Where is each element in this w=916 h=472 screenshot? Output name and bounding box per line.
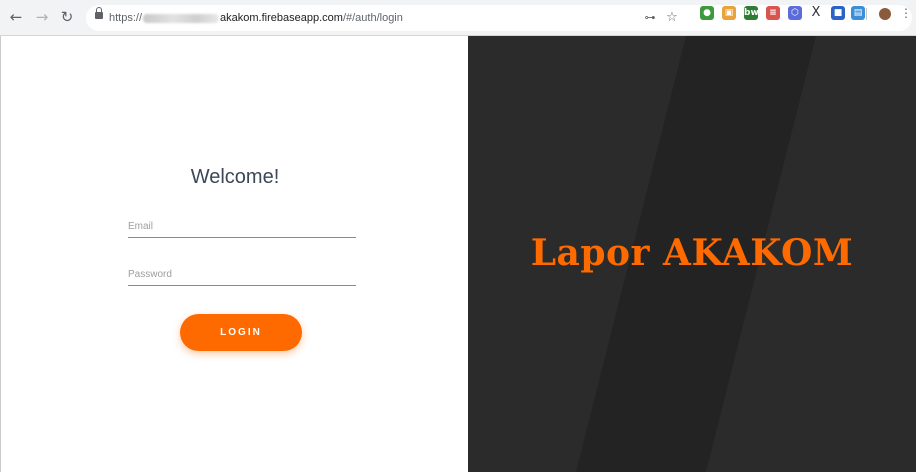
brand-panel: Lapor AKAKOM — [468, 36, 916, 472]
url-path: /#/auth/login — [342, 12, 403, 24]
url-scheme: https:// — [109, 12, 143, 24]
extension-news-icon[interactable]: ▤ — [851, 6, 865, 20]
email-field[interactable] — [128, 216, 356, 238]
reload-icon[interactable]: ↻ — [59, 9, 75, 25]
welcome-heading: Welcome! — [190, 166, 280, 188]
extension-green-icon[interactable]: ● — [700, 6, 714, 20]
lock-icon[interactable] — [95, 7, 103, 19]
extension-flag-icon[interactable]: ≡ — [766, 6, 780, 20]
login-button[interactable]: LOGIN — [180, 314, 302, 351]
extension-bw-icon[interactable]: bw — [744, 6, 759, 20]
extension-blue-square-icon[interactable]: ■ — [831, 6, 845, 20]
password-field[interactable] — [128, 264, 356, 286]
kebab-menu-icon[interactable]: ⋮ — [900, 6, 912, 20]
browser-toolbar: ← → ↻ https:// akakom.firebaseapp.com/#/a… — [0, 0, 916, 36]
extension-multicolor-icon[interactable]: ▣ — [722, 6, 736, 20]
extension-hex-icon[interactable]: ⬡ — [788, 6, 802, 20]
brand-title: Lapor AKAKOM — [530, 232, 854, 274]
extension-x-icon[interactable]: X — [809, 6, 823, 20]
star-icon[interactable]: ☆ — [664, 10, 680, 26]
url-host: akakom.firebaseapp.com — [220, 12, 343, 24]
back-arrow-icon[interactable]: ← — [8, 9, 24, 25]
login-panel: Welcome! LOGIN — [0, 36, 468, 472]
url-text[interactable]: https:// akakom.firebaseapp.com/#/auth/lo… — [109, 10, 403, 26]
toolbar-separator — [866, 8, 867, 20]
url-redacted-segment — [143, 13, 220, 23]
profile-avatar[interactable] — [879, 8, 891, 20]
forward-arrow-icon[interactable]: → — [34, 9, 50, 25]
key-icon[interactable]: ⊶ — [642, 10, 658, 26]
